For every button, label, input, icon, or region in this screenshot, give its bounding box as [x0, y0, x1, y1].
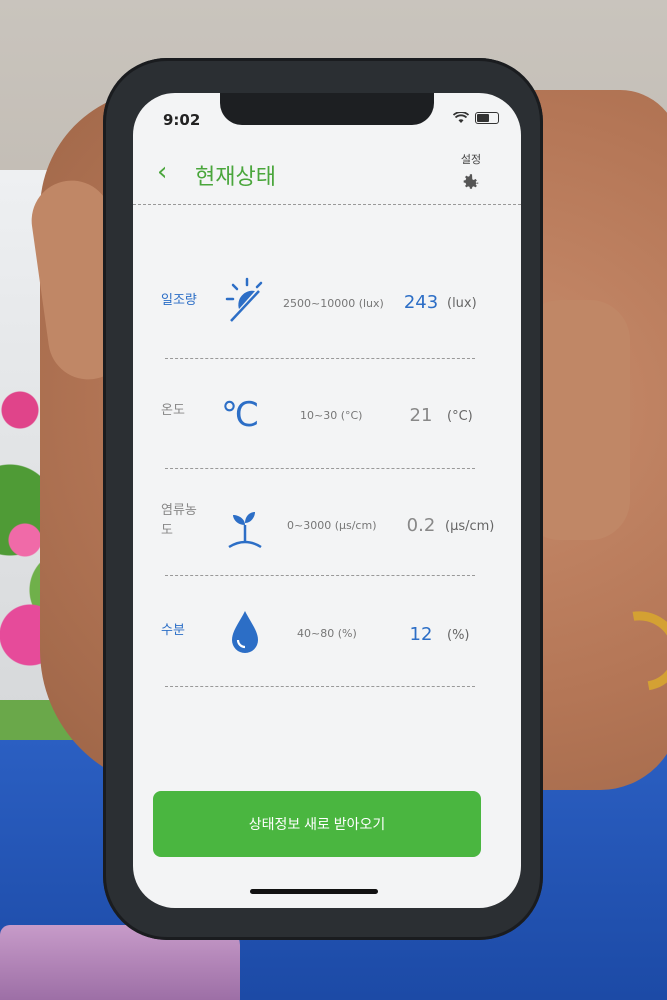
row-divider [165, 686, 475, 687]
celsius-icon: ℃ [221, 395, 260, 435]
row-divider [165, 468, 475, 469]
row-unit: (lux) [447, 296, 477, 311]
row-range: 40~80 (%) [297, 627, 357, 640]
gear-icon [463, 174, 479, 189]
back-button[interactable]: ‹ [157, 159, 167, 185]
row-sunlight: 일조량 2500~10000 (lux) 243 (lux) [133, 263, 521, 373]
refresh-status-button[interactable]: 상태정보 새로 받아오기 [153, 791, 481, 857]
settings-label: 설정 [460, 153, 482, 166]
row-divider [165, 358, 475, 359]
battery-icon [475, 112, 499, 124]
row-salinity: 염류농도 0~3000 (μs/cm) 0.2 (μs/cm) [133, 483, 521, 593]
row-range: 10~30 (°C) [300, 409, 363, 422]
row-label: 온도 [161, 403, 185, 418]
page-title: 현재상태 [195, 165, 276, 190]
phone-screen: 9:02 ‹ 현재상태 설정 일조량 2500~10000 (lux) 243 … [133, 93, 521, 908]
row-divider [165, 575, 475, 576]
row-label: 일조량 [161, 293, 197, 308]
settings-button[interactable]: 설정 [451, 151, 491, 197]
status-icons [453, 112, 499, 124]
home-indicator [250, 889, 378, 894]
row-temperature: 온도 ℃ 10~30 (°C) 21 (°C) [133, 373, 521, 483]
row-value: 12 [409, 624, 433, 645]
notch [220, 93, 434, 125]
row-value: 21 [409, 405, 433, 426]
row-range: 0~3000 (μs/cm) [287, 519, 377, 532]
wifi-icon [453, 112, 469, 123]
sun-icon [225, 277, 263, 322]
row-label: 수분 [161, 623, 185, 638]
header-divider [133, 204, 521, 205]
row-value: 243 [403, 292, 439, 313]
row-value: 0.2 [406, 515, 436, 536]
sprout-icon [228, 512, 262, 549]
row-unit: (%) [447, 628, 470, 643]
app-header: ‹ 현재상태 설정 [133, 151, 521, 206]
row-range: 2500~10000 (lux) [283, 297, 384, 310]
row-unit: (°C) [447, 409, 473, 424]
water-drop-icon [232, 611, 258, 653]
status-time: 9:02 [163, 111, 201, 129]
row-label: 염류농도 [161, 503, 197, 538]
row-unit: (μs/cm) [445, 519, 495, 534]
